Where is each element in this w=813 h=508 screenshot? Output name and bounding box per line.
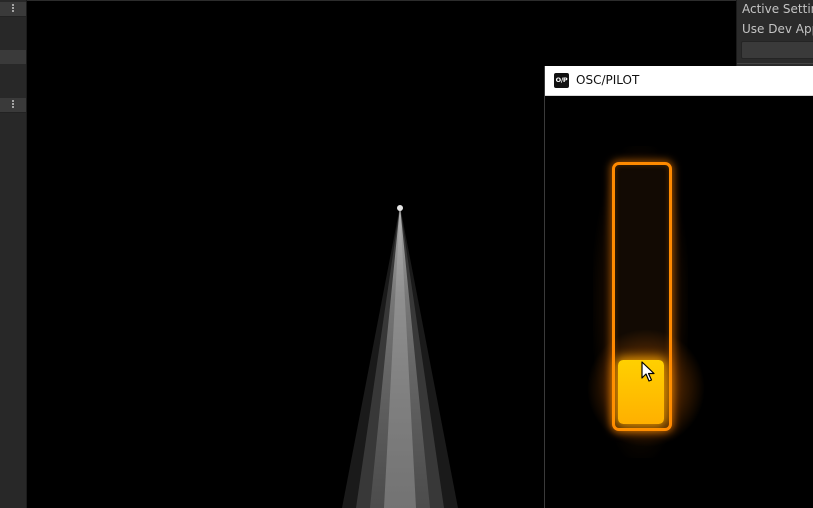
inspector-divider (737, 63, 813, 64)
mouse-pointer-icon (641, 361, 655, 382)
osc-pilot-window: O/P OSC/PILOT (544, 66, 813, 508)
panel-header-second (0, 98, 26, 113)
window-title: OSC/PILOT (576, 73, 640, 87)
kebab-menu-icon[interactable] (10, 99, 16, 111)
left-editor-panel (0, 0, 27, 508)
scene-viewport-border (27, 0, 737, 1)
osc-pilot-logo-icon: O/P (554, 73, 569, 88)
desktop: Active Settin Use Dev App O/P OSC/PILOT (0, 0, 813, 508)
panel-header-top (0, 2, 26, 17)
use-dev-app-label: Use Dev App (742, 22, 813, 36)
spotlight-beam (342, 205, 458, 508)
panel-selected-row[interactable] (0, 50, 26, 64)
kebab-menu-icon[interactable] (10, 3, 16, 15)
active-settings-label: Active Settin (742, 2, 813, 16)
settings-field[interactable] (741, 41, 813, 59)
window-titlebar[interactable]: O/P OSC/PILOT (545, 66, 813, 96)
